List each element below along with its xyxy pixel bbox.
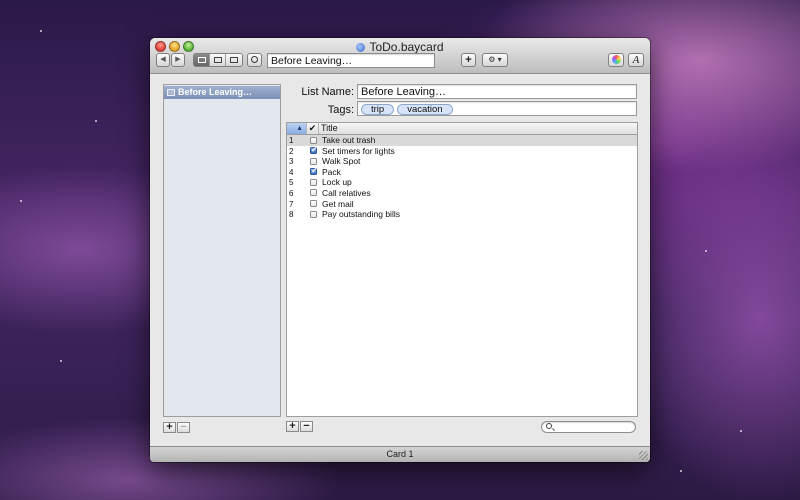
- row-number: 8: [289, 210, 294, 220]
- status-bar: Card 1: [150, 446, 650, 462]
- star: [20, 200, 22, 202]
- card-indicator: Card 1: [386, 449, 414, 459]
- split-view-icon: [214, 57, 222, 63]
- remove-list-button[interactable]: −: [177, 422, 190, 433]
- window-title: ToDo.baycard: [150, 40, 650, 54]
- list-name-label: List Name:: [301, 86, 354, 98]
- row-number: 5: [289, 178, 294, 188]
- row-title[interactable]: Get mail: [322, 199, 354, 210]
- resize-grip-icon[interactable]: [639, 451, 648, 460]
- view-card-button[interactable]: [194, 54, 210, 66]
- find-button[interactable]: [247, 53, 262, 67]
- add-list-button[interactable]: +: [163, 422, 176, 433]
- forward-button[interactable]: ▶: [171, 53, 185, 67]
- star: [60, 360, 62, 362]
- window-title-text: ToDo.baycard: [369, 40, 444, 54]
- column-header-title[interactable]: Title: [319, 123, 637, 134]
- column-header-done[interactable]: ✔: [307, 123, 319, 134]
- search-icon: [546, 423, 552, 429]
- list-name-field[interactable]: Before Leaving…: [357, 84, 637, 99]
- todo-table: ▲ ✔ Title 1 Take out trash 2 Set timers …: [286, 122, 638, 417]
- table-row[interactable]: 4 Pack: [287, 166, 637, 178]
- row-title[interactable]: Lock up: [322, 177, 352, 188]
- view-split-button[interactable]: [210, 54, 226, 66]
- back-button[interactable]: ◀: [156, 53, 170, 67]
- row-title[interactable]: Take out trash: [322, 135, 375, 146]
- done-checkbox[interactable]: [310, 200, 317, 208]
- table-row[interactable]: 3 Walk Spot: [287, 156, 637, 167]
- row-title[interactable]: Walk Spot: [322, 156, 360, 167]
- done-checkbox[interactable]: [310, 157, 317, 165]
- title-bar: ToDo.baycard ◀ ▶ Before Leaving… + ⚙ ▾ A: [150, 38, 650, 74]
- star: [40, 30, 42, 32]
- done-checkbox[interactable]: [310, 166, 318, 176]
- row-title[interactable]: Call relatives: [322, 188, 371, 199]
- star: [680, 470, 682, 472]
- table-row[interactable]: 7 Get mail: [287, 199, 637, 210]
- column-header-number[interactable]: ▲: [287, 123, 307, 134]
- table-row[interactable]: 1 Take out trash: [287, 135, 637, 146]
- row-number: 6: [289, 188, 294, 198]
- add-row-button[interactable]: +: [286, 421, 299, 432]
- row-number: 7: [289, 199, 294, 209]
- color-picker-button[interactable]: [608, 53, 624, 67]
- view-mode-segmented-control: [193, 53, 243, 67]
- tag-token-vacation[interactable]: vacation: [397, 104, 453, 115]
- table-search-field[interactable]: [541, 421, 636, 433]
- star: [95, 120, 97, 122]
- table-view-icon: [230, 57, 238, 63]
- done-checkbox[interactable]: [310, 210, 317, 218]
- card-search-field[interactable]: Before Leaving…: [267, 53, 435, 68]
- done-checkbox[interactable]: [310, 178, 317, 186]
- table-header: ▲ ✔ Title: [287, 123, 637, 135]
- card-view-icon: [198, 57, 206, 63]
- sidebar-item-label: Before Leaving…: [178, 87, 253, 97]
- row-title[interactable]: Set timers for lights: [322, 146, 395, 157]
- done-checkbox[interactable]: [310, 145, 318, 155]
- done-checkbox[interactable]: [310, 136, 317, 144]
- star: [705, 250, 707, 252]
- table-row[interactable]: 2 Set timers for lights: [287, 145, 637, 157]
- row-number: 3: [289, 157, 294, 167]
- document-icon: [356, 43, 366, 52]
- tag-token-trip[interactable]: trip: [361, 104, 395, 115]
- table-row[interactable]: 6 Call relatives: [287, 188, 637, 199]
- view-table-button[interactable]: [226, 54, 242, 66]
- sidebar-item-before-leaving[interactable]: Before Leaving…: [164, 86, 280, 99]
- table-row[interactable]: 8 Pay outstanding bills: [287, 209, 637, 220]
- app-window: ToDo.baycard ◀ ▶ Before Leaving… + ⚙ ▾ A…: [150, 38, 650, 462]
- table-row[interactable]: 5 Lock up: [287, 177, 637, 188]
- search-icon: [251, 56, 258, 63]
- row-title[interactable]: Pack: [322, 167, 341, 178]
- tags-label: Tags:: [327, 104, 354, 116]
- row-number: 1: [289, 136, 294, 145]
- fonts-button[interactable]: A: [628, 53, 644, 67]
- row-number: 4: [289, 167, 294, 177]
- remove-row-button[interactable]: −: [300, 421, 313, 432]
- row-number: 2: [289, 146, 294, 156]
- list-icon: [167, 89, 175, 96]
- tags-field[interactable]: trip vacation: [357, 101, 637, 116]
- add-card-button[interactable]: +: [461, 53, 476, 67]
- action-menu-button[interactable]: ⚙ ▾: [482, 53, 508, 67]
- color-wheel-icon: [612, 55, 621, 64]
- star: [740, 430, 742, 432]
- done-checkbox[interactable]: [310, 189, 317, 197]
- row-title[interactable]: Pay outstanding bills: [322, 209, 400, 220]
- list-sidebar: Before Leaving…: [163, 84, 281, 417]
